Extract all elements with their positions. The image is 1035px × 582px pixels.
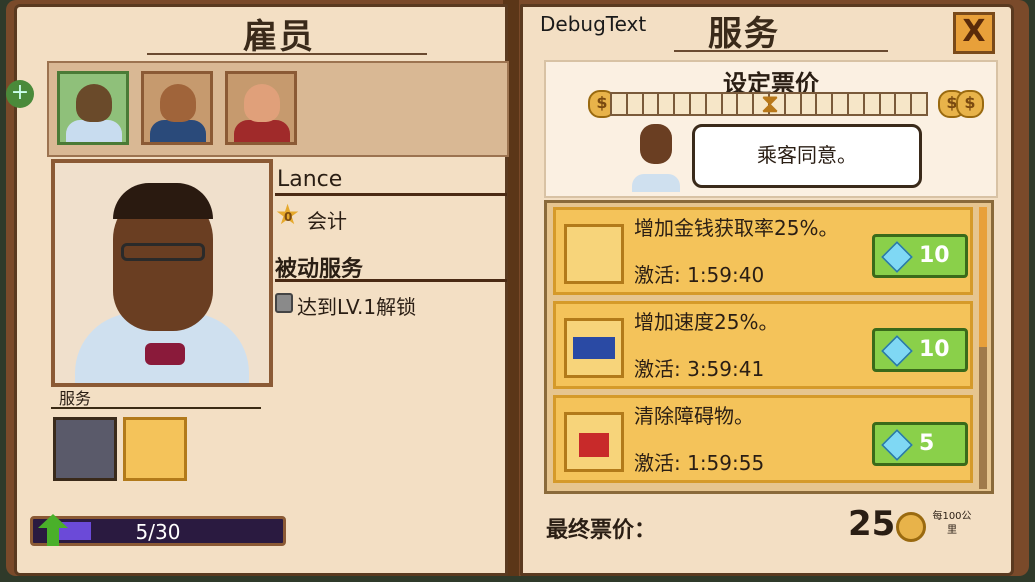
service-timer: 激活: 3:59:41	[634, 357, 765, 381]
fare-panel: 设定票价 $ ⧗ $ $ 乘客同意。	[544, 60, 998, 198]
xp-text: 5/30	[135, 520, 181, 544]
employee-portrait-woman[interactable]	[141, 71, 213, 145]
coin-up-icon	[564, 224, 624, 284]
service-description: 增加速度25%。	[634, 310, 779, 334]
title-underline	[147, 53, 427, 55]
buy-service-button[interactable]: 10	[872, 234, 968, 278]
gem-icon	[881, 241, 913, 273]
services-list: 增加金钱获取率25%。 激活: 1:59:40 10 增加速度25%。 激活: …	[544, 200, 994, 494]
buy-service-button[interactable]: 5	[872, 422, 968, 466]
per-distance-unit: 每100公里	[932, 511, 972, 536]
final-fare-label: 最终票价：	[546, 518, 657, 543]
xp-bar: 5/30	[30, 516, 286, 546]
unlock-requirement: 达到LV.1解锁	[297, 295, 417, 319]
high-price-icon-2: $	[956, 90, 984, 118]
passenger-speech: 乘客同意。	[692, 124, 922, 188]
level-star-icon: ★ 0	[275, 198, 301, 231]
train-icon	[564, 318, 624, 378]
service-timer: 激活: 1:59:55	[634, 451, 765, 475]
services-title-underline	[674, 50, 888, 52]
add-employee-icon[interactable]: +	[6, 80, 34, 108]
close-button[interactable]: X	[953, 12, 995, 54]
level-up-arrow-icon	[38, 514, 68, 548]
final-fare-value: 25	[848, 504, 896, 544]
employee-large-portrait	[51, 159, 273, 387]
service-item: 增加金钱获取率25%。 激活: 1:59:40 10	[553, 207, 973, 295]
service-item: 增加速度25%。 激活: 3:59:41 10	[553, 301, 973, 389]
employee-portrait-lance[interactable]	[57, 71, 129, 145]
gem-icon	[881, 335, 913, 367]
gem-cost: 10	[919, 243, 950, 268]
buy-service-button[interactable]: 10	[872, 328, 968, 372]
employee-selector	[47, 61, 509, 157]
debug-text: DebugText	[540, 12, 647, 36]
level-value: 0	[284, 210, 293, 224]
service-item: 清除障碍物。 激活: 1:59:55 5	[553, 395, 973, 483]
lock-icon	[275, 293, 293, 313]
services-title: 服务	[708, 14, 780, 54]
services-scrollbar[interactable]	[979, 207, 987, 489]
employee-name: Lance	[277, 167, 343, 192]
service-description: 清除障碍物。	[634, 404, 754, 428]
coin-icon	[896, 512, 926, 542]
coin-up-icon[interactable]	[123, 417, 187, 481]
passenger-avatar	[626, 122, 686, 192]
relations-divider	[51, 407, 261, 409]
service-description: 增加金钱获取率25%。	[634, 216, 839, 240]
relations-label: 服务	[59, 389, 92, 408]
ticket-clock-icon[interactable]	[53, 417, 117, 481]
employee-portrait-man[interactable]	[225, 71, 297, 145]
page-title: 雇员	[243, 17, 315, 57]
gem-cost: 5	[919, 431, 935, 456]
gem-cost: 10	[919, 337, 950, 362]
slider-handle-icon[interactable]: ⧗	[760, 88, 780, 120]
employee-role: 会计	[307, 209, 347, 233]
name-divider	[275, 193, 507, 196]
tnt-icon	[564, 412, 624, 472]
gem-icon	[881, 429, 913, 461]
service-timer: 激活: 1:59:40	[634, 263, 765, 287]
employees-page: 雇员 Lance ★ 0 会计 被动服务 达到LV.1解锁 服务	[14, 4, 509, 576]
passive-divider	[275, 279, 507, 282]
